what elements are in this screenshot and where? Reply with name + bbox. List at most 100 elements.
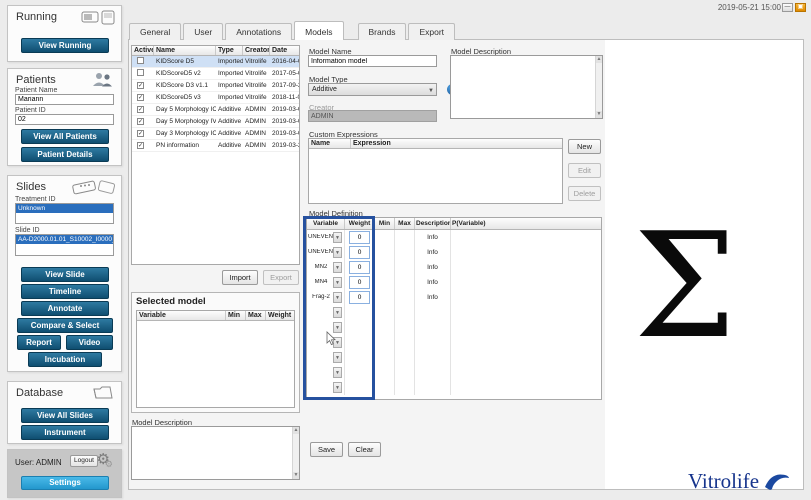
model-active-checkbox[interactable]: ✓	[137, 130, 144, 137]
instrument-button[interactable]: Instrument	[21, 425, 109, 440]
minimize-button[interactable]: —	[782, 3, 793, 12]
restore-button[interactable]: ▣	[795, 3, 806, 12]
left-model-description-textarea[interactable]: ▲▼	[131, 426, 300, 480]
view-slide-button[interactable]: View Slide	[21, 267, 109, 282]
variable-dropdown-icon[interactable]: ▼	[333, 382, 342, 393]
variable-dropdown-icon[interactable]: ▼	[333, 262, 342, 273]
variable-name: UNEVEN2	[308, 234, 334, 240]
delete-button[interactable]: Delete	[568, 186, 601, 201]
col-date[interactable]: Date	[270, 46, 299, 55]
def-col-description[interactable]: Description	[415, 218, 451, 229]
weight-input[interactable]	[349, 246, 370, 259]
settings-button[interactable]: Settings	[21, 476, 109, 490]
model-active-checkbox[interactable]: ✓	[137, 82, 144, 89]
model-row[interactable]: ✓PN informationAdditiveADMIN2019-03-22	[132, 140, 299, 152]
definition-row: UNEVEN4▼Info	[307, 245, 601, 260]
tab-strip: GeneralUserAnnotationsModels BrandsExport	[129, 22, 457, 40]
export-button[interactable]: Export	[263, 270, 299, 285]
model-row[interactable]: ✓Day 3 Morphology ICSIAdditiveADMIN2019-…	[132, 128, 299, 140]
def-col-pvariable[interactable]: P(Variable)	[451, 218, 601, 229]
new-button[interactable]: New	[568, 139, 601, 154]
tab-models[interactable]: Models	[294, 21, 343, 40]
col-name[interactable]: Name	[154, 46, 216, 55]
weight-input[interactable]	[349, 231, 370, 244]
definition-max-cell	[395, 380, 415, 395]
clear-button[interactable]: Clear	[348, 442, 381, 457]
scroll-up-icon[interactable]: ▲	[293, 427, 299, 434]
def-col-weight[interactable]: Weight	[345, 218, 375, 229]
incubation-button[interactable]: Incubation	[28, 352, 102, 367]
model-name-cell: KIDScore D3 v1.1	[154, 82, 216, 89]
def-col-min[interactable]: Min	[375, 218, 395, 229]
import-button[interactable]: Import	[222, 270, 258, 285]
treatment-id-selected[interactable]: Unknown	[16, 204, 113, 213]
weight-input[interactable]	[349, 276, 370, 289]
definition-max-cell	[395, 275, 415, 290]
variable-dropdown-icon[interactable]: ▼	[333, 277, 342, 288]
annotate-button[interactable]: Annotate	[21, 301, 109, 316]
def-col-variable[interactable]: Variable	[307, 218, 345, 229]
model-active-checkbox[interactable]: ✓	[137, 106, 144, 113]
patient-name-input[interactable]	[15, 94, 114, 105]
variable-dropdown-icon[interactable]: ▼	[333, 247, 342, 258]
scroll-down-icon[interactable]: ▼	[596, 111, 602, 118]
col-creator[interactable]: Creator	[243, 46, 270, 55]
video-button[interactable]: Video	[66, 335, 113, 350]
model-active-checkbox[interactable]: ✓	[137, 118, 144, 125]
model-active-checkbox[interactable]: ✓	[137, 94, 144, 101]
col-type[interactable]: Type	[216, 46, 243, 55]
report-button[interactable]: Report	[17, 335, 61, 350]
tab-export[interactable]: Export	[408, 23, 455, 40]
variable-dropdown-icon[interactable]: ▼	[333, 307, 342, 318]
patient-details-button[interactable]: Patient Details	[21, 147, 109, 162]
sel-col-weight[interactable]: Weight	[266, 311, 294, 320]
save-button[interactable]: Save	[310, 442, 343, 457]
def-col-max[interactable]: Max	[395, 218, 415, 229]
timeline-button[interactable]: Timeline	[21, 284, 109, 299]
col-active[interactable]: Active	[132, 46, 154, 55]
ce-col-name[interactable]: Name	[309, 139, 351, 148]
ce-col-expression[interactable]: Expression	[351, 139, 562, 148]
variable-dropdown-icon[interactable]: ▼	[333, 292, 342, 303]
model-row[interactable]: KIDScoreD5 v2ImportedVitrolife2017-05-01	[132, 68, 299, 80]
edit-button[interactable]: Edit	[568, 163, 601, 178]
slide-id-list[interactable]: AA-D2000.01.01_S10002_I0000_P	[15, 234, 114, 256]
patient-id-input[interactable]	[15, 114, 114, 125]
definition-weight-cell	[345, 260, 375, 275]
model-row[interactable]: ✓Day 5 Morphology IVFAdditiveADMIN2019-0…	[132, 116, 299, 128]
model-active-checkbox[interactable]	[137, 69, 144, 76]
sel-col-variable[interactable]: Variable	[137, 311, 226, 320]
variable-dropdown-icon[interactable]: ▼	[333, 367, 342, 378]
treatment-id-list[interactable]: Unknown	[15, 203, 114, 224]
model-type-dropdown[interactable]: Additive ▼	[308, 83, 437, 96]
model-active-checkbox[interactable]: ✓	[137, 142, 144, 149]
definition-max-cell	[395, 335, 415, 350]
logout-button[interactable]: Logout	[70, 455, 98, 467]
compare-select-button[interactable]: Compare & Select	[17, 318, 113, 333]
view-all-patients-button[interactable]: View All Patients	[21, 129, 109, 144]
slide-id-selected[interactable]: AA-D2000.01.01_S10002_I0000_P	[16, 235, 113, 244]
view-all-slides-button[interactable]: View All Slides	[21, 408, 109, 423]
scroll-up-icon[interactable]: ▲	[596, 56, 602, 63]
tab-annotations[interactable]: Annotations	[225, 23, 292, 40]
scroll-down-icon[interactable]: ▼	[293, 472, 299, 479]
vitrolife-logo-text: Vitrolife	[688, 469, 759, 494]
model-name-input[interactable]	[308, 55, 437, 67]
model-row[interactable]: ✓KIDScore D3 v1.1ImportedVitrolife2017-0…	[132, 80, 299, 92]
variable-dropdown-icon[interactable]: ▼	[333, 232, 342, 243]
variable-dropdown-icon[interactable]: ▼	[333, 352, 342, 363]
view-running-button[interactable]: View Running	[21, 38, 109, 53]
tab-general[interactable]: General	[129, 23, 181, 40]
model-row[interactable]: ✓KIDScoreD5 v3ImportedVitrolife2018-11-0…	[132, 92, 299, 104]
sel-col-max[interactable]: Max	[246, 311, 266, 320]
model-row[interactable]: ✓Day 5 Morphology ICSIAdditiveADMIN2019-…	[132, 104, 299, 116]
weight-input[interactable]	[349, 261, 370, 274]
model-row[interactable]: KIDScore D5ImportedVitrolife2016-04-07	[132, 56, 299, 68]
model-description-textarea[interactable]: ▲▼	[450, 55, 603, 119]
tab-brands[interactable]: Brands	[358, 23, 407, 40]
model-type-cell: Imported	[216, 70, 243, 77]
weight-input[interactable]	[349, 291, 370, 304]
sel-col-min[interactable]: Min	[226, 311, 246, 320]
model-active-checkbox[interactable]	[137, 57, 144, 64]
tab-user[interactable]: User	[183, 23, 223, 40]
